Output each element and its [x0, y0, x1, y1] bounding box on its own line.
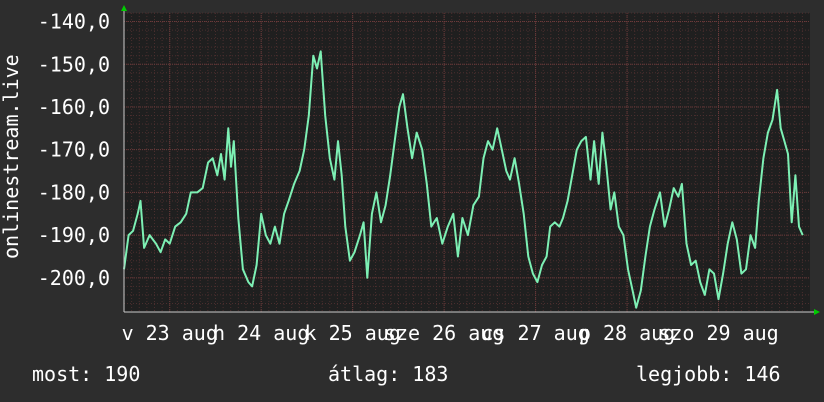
stat-best: legjobb: 146 — [636, 362, 781, 386]
x-tick-label: h 24 aug — [213, 321, 309, 345]
y-tick-label: -200,0 — [38, 266, 110, 290]
rrd-graph: { "chart_data": { "type": "line", "title… — [0, 0, 824, 402]
x-tick-label: szo 29 aug — [658, 321, 778, 345]
y-axis-ticks: -140,0 -150,0 -160,0 -170,0 -180,0 -190,0 -200… — [38, 10, 110, 290]
y-tick-label: -160,0 — [38, 95, 110, 119]
chart-canvas: -140,0 -150,0 -160,0 -170,0 -180,0 -190,0 -200… — [38, 5, 820, 345]
y-tick-label: -190,0 — [38, 223, 110, 247]
plot-area — [124, 13, 810, 312]
y-tick-label: -180,0 — [38, 180, 110, 204]
x-axis-arrow-icon — [814, 309, 820, 315]
x-axis-ticks: v 23 augh 24 augk 25 augsze 26 augcs 27 … — [122, 321, 779, 345]
x-tick-label: cs 27 aug — [481, 321, 589, 345]
y-axis-arrow-icon — [121, 5, 127, 11]
x-tick-label: v 23 aug — [122, 321, 218, 345]
y-axis-title: onlinestream.live — [0, 54, 23, 259]
y-tick-label: -150,0 — [38, 52, 110, 76]
y-tick-label: -170,0 — [38, 138, 110, 162]
y-tick-label: -140,0 — [38, 10, 110, 34]
stat-average: átlag: 183 — [328, 362, 449, 386]
stat-current: most: 190 — [32, 362, 141, 386]
